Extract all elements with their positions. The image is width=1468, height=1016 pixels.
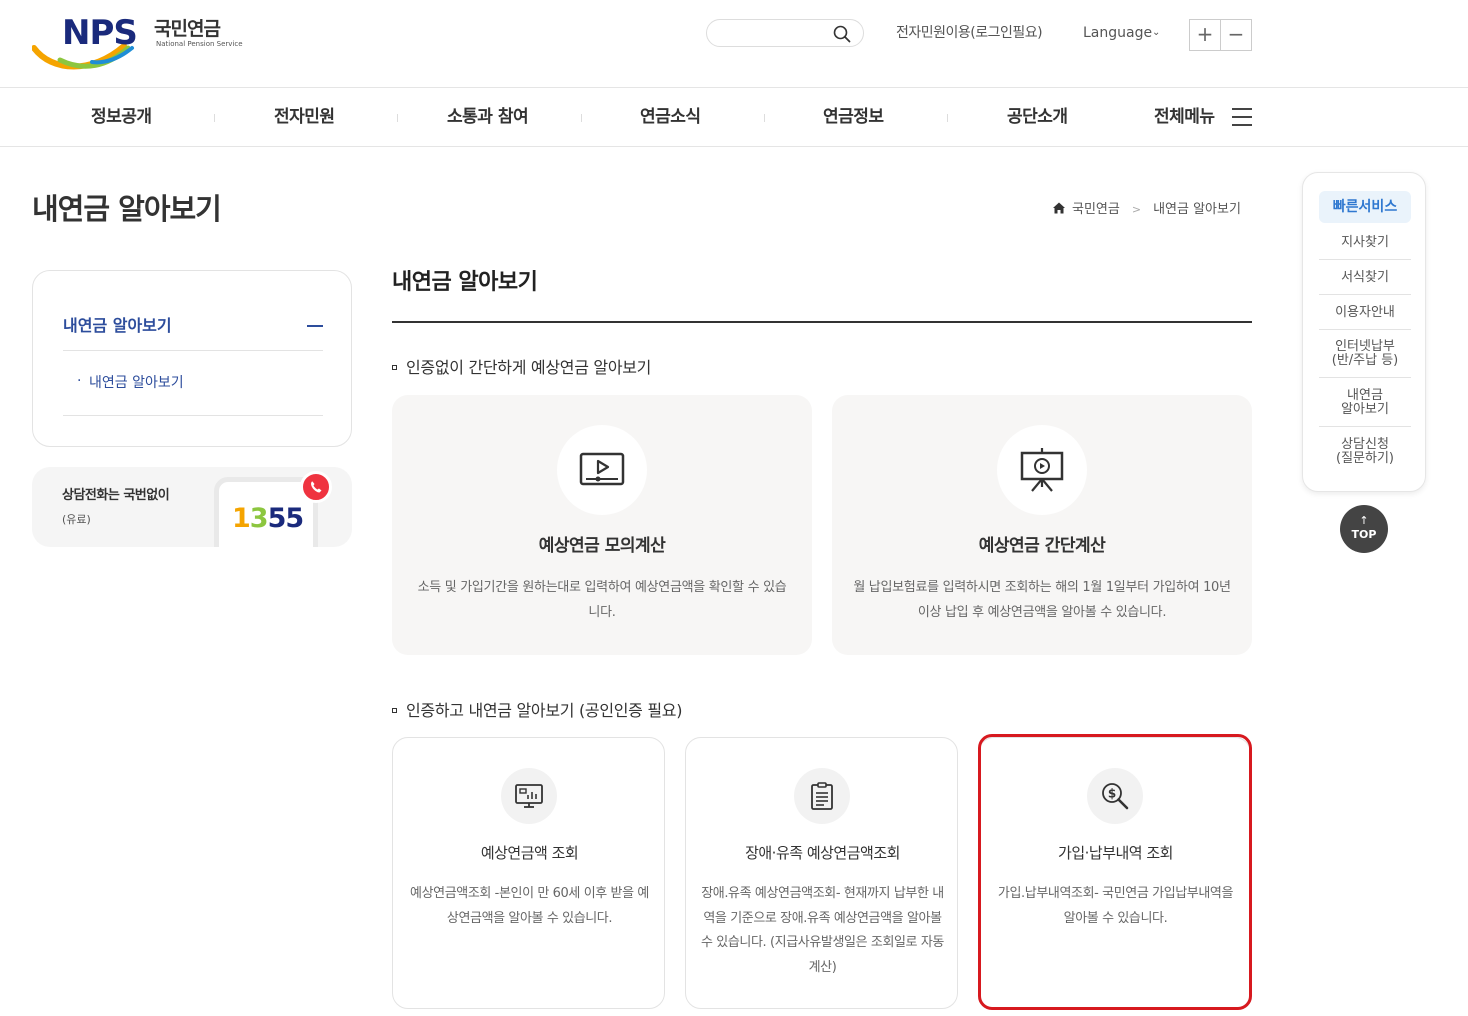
card-simulation[interactable]: 예상연금 모의계산 소득 및 가입기간을 원하는대로 입력하여 예상연금액을 확… (392, 395, 812, 655)
bullet-icon: · (77, 373, 82, 389)
main-navigation: 정보공개 전자민원 소통과 참여 연금소식 연금정보 공단소개 전체메뉴 (0, 88, 1468, 147)
card-description: 예상연금액조회 -본인이 만 60세 이후 받을 예상연금액을 알아볼 수 있습… (410, 886, 649, 926)
call-number-digit: 3 (249, 503, 269, 534)
nav-divider (947, 114, 948, 122)
nav-info-disclosure[interactable]: 정보공개 (91, 106, 152, 128)
nav-divider (397, 114, 398, 122)
chevron-right-icon: > (1131, 203, 1142, 216)
nav-about[interactable]: 공단소개 (1007, 106, 1068, 128)
divider (63, 350, 323, 351)
nav-divider (214, 114, 215, 122)
divider (63, 415, 323, 416)
section-title-with-auth: 인증하고 내연금 알아보기 (공인인증 필요) (392, 700, 682, 722)
home-icon[interactable] (1052, 201, 1066, 215)
title-underline (392, 321, 1252, 323)
call-center-banner: 상담전화는 국번없이 (유료) 1355 (32, 467, 352, 547)
nav-communication[interactable]: 소통과 참여 (447, 106, 529, 128)
collapse-icon[interactable] (307, 325, 323, 327)
scroll-top-label: TOP (1351, 528, 1377, 541)
video-screen-icon (557, 425, 647, 515)
section-title-no-auth: 인증없이 간단하게 예상연금 알아보기 (392, 357, 651, 379)
call-center-number: 1355 (232, 503, 304, 535)
nav-all-menu[interactable]: 전체메뉴 (1154, 106, 1215, 128)
card-expected-pension[interactable]: 예상연금액 조회 예상연금액조회 -본인이 만 60세 이후 받을 예상연금액을… (392, 737, 665, 1009)
nav-pension-info[interactable]: 연금정보 (823, 106, 884, 128)
arrow-up-icon: ↑ (1359, 514, 1369, 527)
search-icon[interactable] (833, 25, 851, 43)
sidebar-menu: 내연금 알아보기 · 내연금 알아보기 (32, 270, 352, 447)
call-center-title: 상담전화는 국번없이 (62, 488, 170, 503)
card-title: 가입·납부내역 조회 (1058, 844, 1173, 862)
logo-korean-text: 국민연금 (154, 18, 221, 40)
breadcrumb: 국민연금 > 내연금 알아보기 (1052, 200, 1241, 220)
quick-item-form-finder[interactable]: 서식찾기 (1319, 260, 1411, 295)
square-bullet-icon (392, 365, 397, 370)
card-description: 가입.납부내역조회- 국민연금 가입납부내역을 알아볼 수 있습니다. (997, 886, 1234, 926)
card-title: 예상연금 모의계산 (538, 536, 666, 556)
quick-service-panel: 빠른서비스 지사찾기 서식찾기 이용자안내 인터넷납부 (반/주납 등) 내연금… (1302, 172, 1426, 492)
zoom-out-button[interactable]: − (1220, 19, 1252, 51)
nav-e-civil[interactable]: 전자민원 (274, 106, 335, 128)
logo-nps-text: NPS (62, 13, 138, 53)
phone-call-icon (300, 471, 332, 503)
call-number-digit: 5 (285, 503, 304, 534)
presentation-board-icon (997, 425, 1087, 515)
site-header: NPS 국민연금 National Pension Service 전자민원이용… (0, 0, 1468, 88)
scroll-top-button[interactable]: ↑ TOP (1340, 505, 1388, 553)
nps-logo[interactable]: NPS 국민연금 National Pension Service (32, 13, 243, 70)
nav-divider (764, 114, 765, 122)
civil-service-link[interactable]: 전자민원이용(로그인필요) (896, 24, 1043, 42)
search-dollar-icon: $ (1087, 768, 1143, 824)
page-title: 내연금 알아보기 (32, 192, 222, 226)
square-bullet-icon (392, 708, 397, 713)
quick-item-internet-payment[interactable]: 인터넷납부 (반/주납 등) (1319, 330, 1411, 378)
content-title: 내연금 알아보기 (392, 270, 538, 295)
card-disability-survivor[interactable]: 장애·유족 예상연금액조회 장애.유족 예상연금액조회- 현재까지 납부한 내역… (685, 737, 958, 1009)
section-title-text: 인증하고 내연금 알아보기 (공인인증 필요) (406, 701, 683, 720)
nav-divider (581, 114, 582, 122)
card-title: 장애·유족 예상연금액조회 (745, 844, 900, 862)
call-number-digit: 1 (232, 503, 251, 534)
quick-item-my-pension[interactable]: 내연금 알아보기 (1319, 378, 1411, 427)
call-center-fee-note: (유료) (62, 513, 91, 526)
quick-item-user-guide[interactable]: 이용자안내 (1319, 295, 1411, 330)
search-input[interactable] (706, 19, 864, 47)
quick-item-branch-finder[interactable]: 지사찾기 (1319, 225, 1411, 260)
card-simple-calc[interactable]: 예상연금 간단계산 월 납입보험료를 입력하시면 조회하는 해의 1월 1일부터… (832, 395, 1252, 655)
svg-text:$: $ (1108, 787, 1116, 801)
card-title: 예상연금 간단계산 (978, 536, 1106, 556)
card-contribution-history[interactable]: $ 가입·납부내역 조회 가입.납부내역조회- 국민연금 가입납부내역을 알아볼… (978, 737, 1251, 1009)
language-select[interactable]: Language (1083, 24, 1152, 42)
nav-pension-news[interactable]: 연금소식 (640, 106, 701, 128)
section-title-text: 인증없이 간단하게 예상연금 알아보기 (406, 358, 652, 377)
hamburger-menu-icon[interactable] (1232, 108, 1252, 126)
sidebar-menu-title[interactable]: 내연금 알아보기 (63, 315, 172, 337)
card-title: 예상연금액 조회 (480, 844, 579, 862)
card-description: 월 납입보험료를 입력하시면 조회하는 해의 1월 1일부터 가입하여 10년 … (853, 580, 1231, 620)
breadcrumb-current: 내연금 알아보기 (1153, 202, 1241, 217)
call-number-digit: 5 (267, 503, 287, 534)
quick-service-title: 빠른서비스 (1319, 191, 1411, 223)
quick-item-consultation[interactable]: 상담신청 (질문하기) (1319, 427, 1411, 477)
clipboard-list-icon (794, 768, 850, 824)
sidebar-sub-item[interactable]: 내연금 알아보기 (89, 373, 184, 393)
logo-english-text: National Pension Service (156, 40, 243, 48)
monitor-chart-icon (501, 768, 557, 824)
zoom-in-button[interactable]: + (1189, 19, 1221, 51)
card-description: 장애.유족 예상연금액조회- 현재까지 납부한 내역을 기준으로 장애.유족 예… (701, 886, 944, 975)
chevron-down-icon: ⌄ (1152, 27, 1161, 38)
breadcrumb-item[interactable]: 국민연금 (1072, 202, 1120, 217)
card-description: 소득 및 가입기간을 원하는대로 입력하여 예상연금액을 확인할 수 있습니다. (417, 580, 787, 620)
